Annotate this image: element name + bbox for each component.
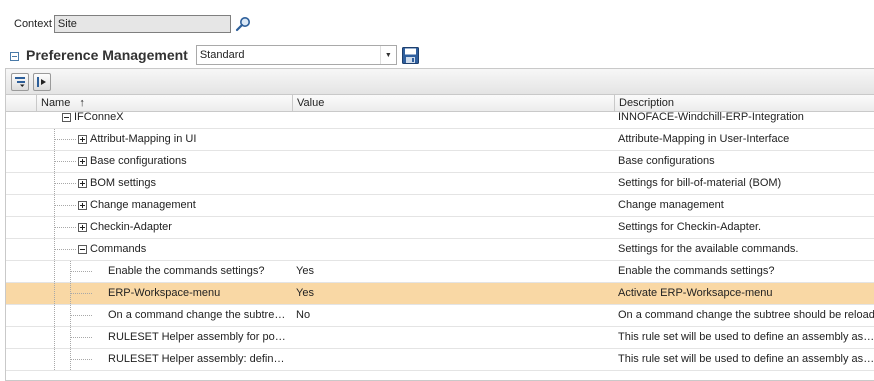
tree-connector-line xyxy=(54,205,76,206)
row-name: ERP-Workspace-menu xyxy=(108,287,221,299)
context-bar: Context xyxy=(14,14,253,34)
row-description: INNOFACE-Windchill-ERP-Integration xyxy=(618,111,804,123)
collapse-all-icon[interactable] xyxy=(11,72,29,91)
tree-guide-line xyxy=(54,349,55,370)
table-row[interactable]: Attribut-Mapping in UI Attribute-Mapping … xyxy=(6,129,874,151)
tree-connector-line xyxy=(54,139,76,140)
row-value[interactable] xyxy=(296,239,610,260)
tree-connector-line xyxy=(54,161,76,162)
row-description: Change management xyxy=(618,199,724,211)
expand-node-icon[interactable] xyxy=(78,179,87,188)
row-description: Base configurations xyxy=(618,155,715,167)
tree-connector-line xyxy=(70,337,92,338)
row-name: Base configurations xyxy=(90,155,187,167)
expand-node-icon[interactable] xyxy=(78,223,87,232)
table-row[interactable]: ERP-Workspace-menu Yes Activate ERP-Worksa… xyxy=(6,283,874,305)
row-name: IFConneX xyxy=(74,111,124,123)
row-value[interactable] xyxy=(296,107,610,128)
tree-connector-line xyxy=(70,293,92,294)
table-row[interactable]: RULESET Helper assembly: define... This r… xyxy=(6,349,874,371)
row-value[interactable]: Yes xyxy=(296,283,610,304)
collapse-node-icon[interactable] xyxy=(78,245,87,254)
table-row[interactable]: IFConneX INNOFACE-Windchill-ERP-Integrati… xyxy=(6,107,874,129)
preferences-tree-grid: Name ↑ Value Description IFConneX INNOFAC… xyxy=(5,68,874,381)
collapse-node-icon[interactable] xyxy=(62,113,71,122)
row-value[interactable] xyxy=(296,195,610,216)
row-value[interactable] xyxy=(296,217,610,238)
tree-guide-line xyxy=(54,261,55,282)
row-value[interactable] xyxy=(296,129,610,150)
table-row[interactable]: On a command change the subtree... No On a… xyxy=(6,305,874,327)
row-name: RULESET Helper assembly: define... xyxy=(108,353,288,365)
table-row[interactable]: Enable the commands settings? Yes Enable t… xyxy=(6,261,874,283)
expand-node-icon[interactable] xyxy=(78,157,87,166)
tree-guide-line xyxy=(54,327,55,348)
save-icon[interactable] xyxy=(401,46,419,64)
collapse-section-icon[interactable] xyxy=(10,51,19,61)
row-value[interactable] xyxy=(296,349,610,370)
table-row[interactable]: Base configurations Base configurations xyxy=(6,151,874,173)
view-select-value: Standard xyxy=(199,49,245,61)
table-row[interactable]: RULESET Helper assembly for pos... This r… xyxy=(6,327,874,349)
row-description: Settings for bill-of-material (BOM) xyxy=(618,177,782,189)
expand-node-icon[interactable] xyxy=(78,135,87,144)
table-row[interactable]: Commands Settings for the available comma… xyxy=(6,239,874,261)
expand-all-icon[interactable] xyxy=(33,72,51,91)
tree-connector-line xyxy=(70,315,92,316)
row-description: Attribute-Mapping in User-Interface xyxy=(618,133,790,145)
row-description: On a command change the subtree should b… xyxy=(618,309,874,321)
context-label: Context xyxy=(14,18,52,30)
row-description: This rule set will be used to define an … xyxy=(618,331,874,343)
tree-connector-line xyxy=(54,183,76,184)
row-name: Commands xyxy=(90,243,147,255)
row-value[interactable]: No xyxy=(296,305,610,326)
row-name: Attribut-Mapping in UI xyxy=(90,133,197,145)
table-row[interactable]: BOM settings Settings for bill-of-materia… xyxy=(6,173,874,195)
expand-node-icon[interactable] xyxy=(78,201,87,210)
context-input[interactable] xyxy=(53,15,231,33)
row-name: On a command change the subtree... xyxy=(108,309,288,321)
row-value[interactable]: Yes xyxy=(296,261,610,282)
row-description: Settings for the available commands. xyxy=(618,243,799,255)
row-value[interactable] xyxy=(296,327,610,348)
row-name: RULESET Helper assembly for pos... xyxy=(108,331,288,343)
chevron-down-icon[interactable]: ▼ xyxy=(379,46,396,64)
row-value[interactable] xyxy=(296,151,610,172)
search-icon[interactable] xyxy=(233,14,253,34)
tree-guide-line xyxy=(54,305,55,326)
table-row[interactable]: Change management Change management xyxy=(6,195,874,217)
row-name: BOM settings xyxy=(90,177,157,189)
tree-guide-line xyxy=(54,283,55,304)
row-description: Activate ERP-Worksapce-menu xyxy=(618,287,773,299)
tree-connector-line xyxy=(70,359,92,360)
row-description: Enable the commands settings? xyxy=(618,265,775,277)
row-name: Checkin-Adapter xyxy=(90,221,172,233)
table-row[interactable]: Checkin-Adapter Settings for Checkin-Adap… xyxy=(6,217,874,239)
row-name: Change management xyxy=(90,199,196,211)
row-description: This rule set will be used to define an … xyxy=(618,353,874,365)
grid-toolbar xyxy=(6,69,874,95)
view-select[interactable]: Standard ▼ xyxy=(195,45,397,65)
row-name: Enable the commands settings? xyxy=(108,265,265,277)
page-title: Preference Management xyxy=(26,47,188,63)
tree-connector-line xyxy=(54,227,76,228)
preference-management-header: Preference Management Standard ▼ xyxy=(10,44,419,66)
tree-connector-line xyxy=(54,249,76,250)
tree-connector-line xyxy=(70,271,92,272)
row-value[interactable] xyxy=(296,173,610,194)
row-description: Settings for Checkin-Adapter. xyxy=(618,221,762,233)
